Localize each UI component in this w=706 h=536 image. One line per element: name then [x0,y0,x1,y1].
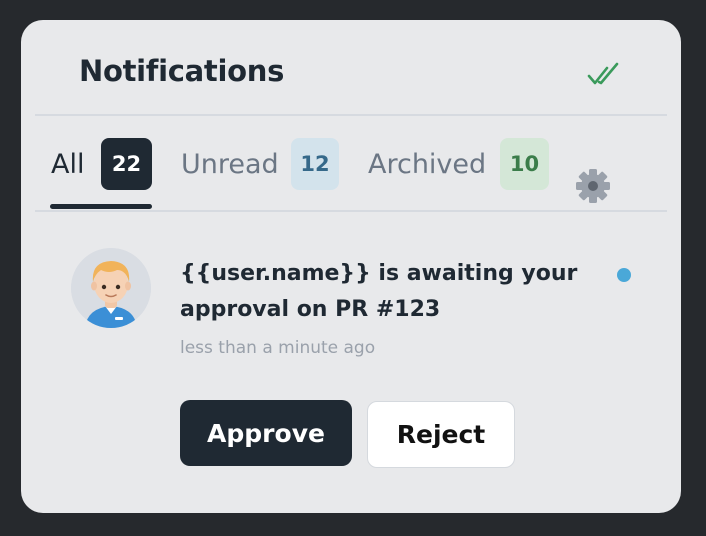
active-tab-indicator [50,204,152,209]
avatar [71,248,151,328]
tab-archived-count-badge: 10 [500,138,549,190]
double-check-icon[interactable] [587,60,623,90]
panel-title: Notifications [79,54,285,88]
tab-unread[interactable]: Unread 12 [181,116,356,210]
notification-message: {{user.name}} is awaiting your approval … [180,261,578,322]
tab-all-count-badge: 22 [101,138,152,190]
tab-all-label: All [51,149,85,180]
panel-header: Notifications [21,20,681,115]
notification-timestamp: less than a minute ago [180,338,376,358]
tab-archived[interactable]: Archived 10 [368,116,568,210]
gear-icon[interactable] [575,168,611,204]
reject-button[interactable]: Reject [367,401,515,468]
tab-unread-count-badge: 12 [291,138,339,190]
notifications-panel: Notifications All 22 Unread 12 Archived … [21,20,681,513]
unread-indicator-dot [617,268,631,282]
tab-bar: All 22 Unread 12 Archived 10 [35,116,667,210]
approve-button[interactable]: Approve [180,400,352,466]
notification-item[interactable]: {{user.name}} is awaiting your approval … [21,212,681,512]
tab-archived-label: Archived [368,149,487,180]
tab-all[interactable]: All 22 [35,116,165,210]
tab-unread-label: Unread [181,149,279,180]
